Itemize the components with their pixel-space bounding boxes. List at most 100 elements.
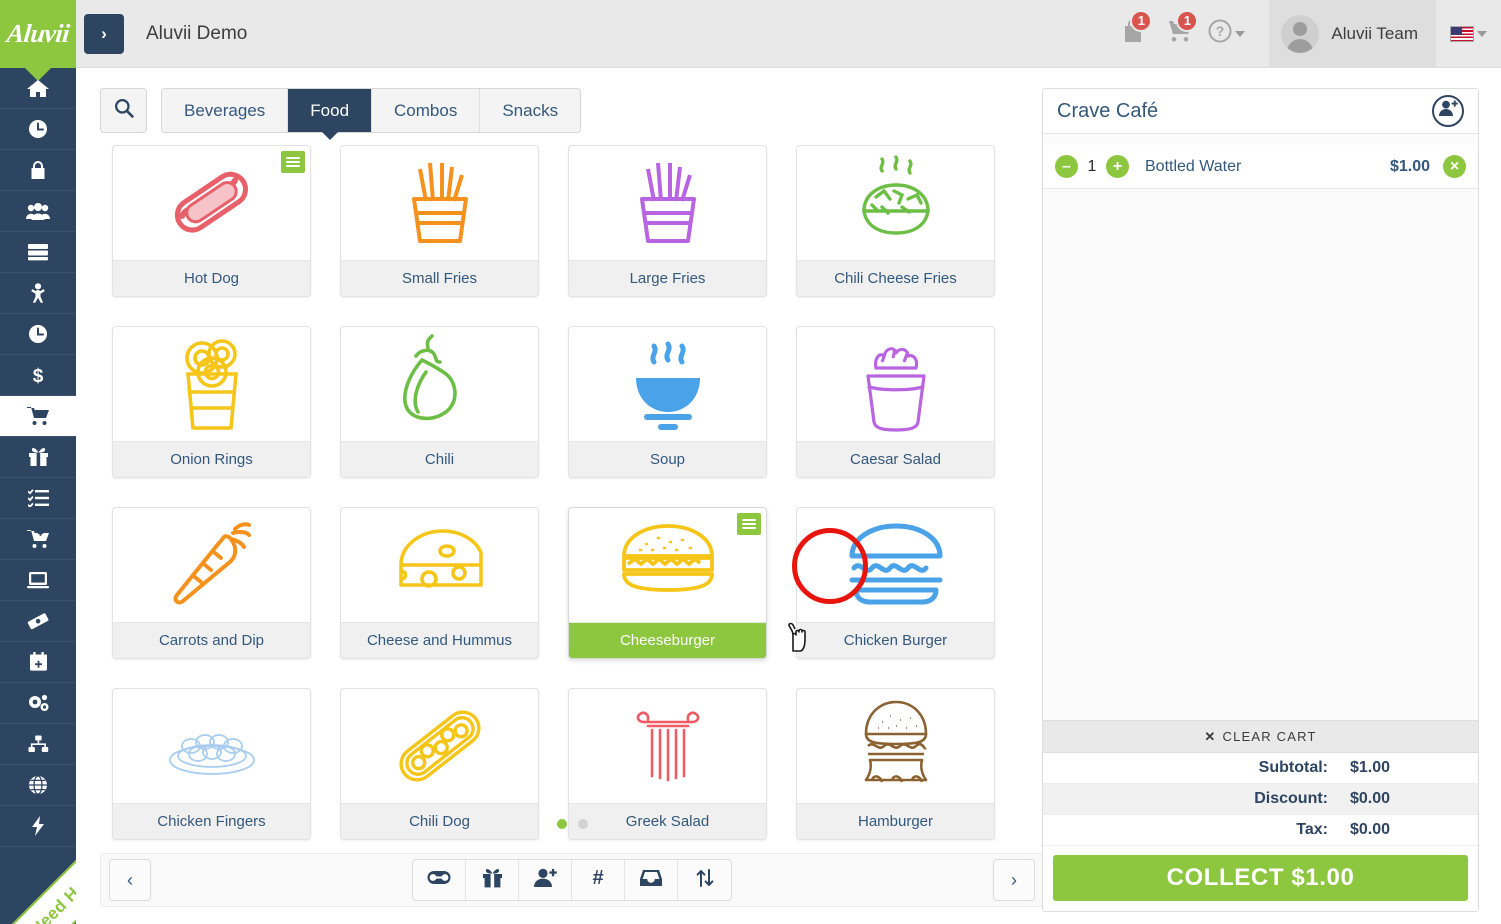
sidebar-item-tickets[interactable] bbox=[0, 601, 76, 642]
sidebar-item-giftcards[interactable] bbox=[0, 437, 76, 478]
product-tile-greek-salad[interactable]: Greek Salad bbox=[568, 688, 767, 840]
cart-button[interactable]: 1 bbox=[1156, 0, 1202, 68]
inbox-button[interactable] bbox=[625, 860, 678, 900]
sidebar-item-finance[interactable]: $ bbox=[0, 355, 76, 396]
quick-action-group: # bbox=[412, 859, 732, 901]
sidebar-item-customers[interactable] bbox=[0, 191, 76, 232]
left-sidebar: Aluvii $ Need Help bbox=[0, 0, 76, 924]
svg-text:?: ? bbox=[1216, 23, 1225, 39]
sidebar-item-website[interactable] bbox=[0, 765, 76, 806]
users-icon bbox=[26, 202, 50, 220]
monitor-icon bbox=[27, 571, 49, 589]
product-tile-chili-dog[interactable]: Chili Dog bbox=[340, 688, 539, 840]
globe-icon bbox=[28, 775, 48, 795]
sidebar-toggle-button[interactable]: › bbox=[84, 13, 124, 54]
product-tile-carrots-and-dip[interactable]: Carrots and Dip bbox=[112, 507, 311, 659]
person-arms-up-icon bbox=[28, 282, 48, 304]
sidebar-item-activities[interactable] bbox=[0, 273, 76, 314]
sidebar-item-schedule[interactable] bbox=[0, 314, 76, 355]
hash-icon: # bbox=[588, 867, 608, 893]
sidebar-item-power[interactable] bbox=[0, 806, 76, 847]
product-tile-chili[interactable]: Chili bbox=[340, 326, 539, 478]
product-tile-cheeseburger[interactable]: Cheeseburger bbox=[568, 507, 767, 659]
home-icon bbox=[27, 79, 49, 98]
need-help-label: Need Help bbox=[26, 865, 76, 924]
tab-food[interactable]: Food bbox=[288, 89, 373, 132]
us-flag-icon bbox=[1450, 25, 1474, 42]
bag-button[interactable]: 1 bbox=[1110, 0, 1156, 68]
pagination-dot-2[interactable] bbox=[577, 819, 588, 829]
product-tile-small-fries[interactable]: Small Fries bbox=[340, 145, 539, 297]
svg-text:$: $ bbox=[33, 366, 44, 386]
header-actions: 1 1 ? Aluvii Team bbox=[1110, 0, 1501, 68]
brand-logo[interactable]: Aluvii bbox=[0, 0, 76, 81]
sidebar-item-settings[interactable] bbox=[0, 683, 76, 724]
cart-badge: 1 bbox=[1176, 9, 1199, 32]
sidebar-item-home[interactable] bbox=[0, 68, 76, 109]
add-customer-icon bbox=[1438, 100, 1458, 122]
hash-button[interactable]: # bbox=[572, 860, 625, 900]
add-person-button[interactable] bbox=[519, 860, 572, 900]
sidebar-item-recent[interactable] bbox=[0, 109, 76, 150]
tab-snacks[interactable]: Snacks bbox=[480, 89, 581, 132]
checklist-icon bbox=[27, 489, 49, 507]
discount-value: $0.00 bbox=[1350, 790, 1391, 807]
product-tile-chili-cheese-fries[interactable]: Chili Cheese Fries bbox=[796, 145, 995, 297]
product-image bbox=[797, 689, 994, 803]
product-tile-soup[interactable]: Soup bbox=[568, 326, 767, 478]
remove-item-button[interactable]: × bbox=[1443, 155, 1466, 178]
grid-pagination bbox=[112, 819, 1032, 829]
language-selector[interactable] bbox=[1436, 25, 1501, 42]
tab-combos[interactable]: Combos bbox=[372, 89, 481, 132]
sidebar-item-integrations[interactable] bbox=[0, 724, 76, 765]
sidebar-item-security[interactable] bbox=[0, 150, 76, 191]
top-header: › Aluvii Demo 1 1 ? Aluvii Team bbox=[76, 0, 1501, 68]
sidebar-item-tasks[interactable] bbox=[0, 478, 76, 519]
help-button[interactable]: ? bbox=[1202, 0, 1259, 68]
sidebar-item-pos[interactable] bbox=[0, 396, 76, 437]
gift-button[interactable] bbox=[466, 860, 519, 900]
increase-quantity-button[interactable]: + bbox=[1106, 155, 1129, 178]
sidebar-item-events[interactable] bbox=[0, 642, 76, 683]
clear-cart-button[interactable]: ✕ CLEAR CART bbox=[1043, 720, 1478, 753]
product-tile-hamburger[interactable]: Hamburger bbox=[796, 688, 995, 840]
pagination-dot-1[interactable] bbox=[556, 819, 567, 829]
product-image bbox=[797, 508, 994, 622]
sidebar-item-new-order[interactable] bbox=[0, 519, 76, 560]
search-button[interactable] bbox=[100, 88, 147, 133]
sidebar-item-database[interactable] bbox=[0, 232, 76, 273]
gamepad-button[interactable] bbox=[413, 860, 466, 900]
discount-row: Discount: $0.00 bbox=[1043, 784, 1478, 815]
sort-button[interactable] bbox=[678, 860, 731, 900]
sort-updown-icon bbox=[695, 868, 715, 893]
next-page-button[interactable]: › bbox=[993, 859, 1035, 901]
tax-label: Tax: bbox=[1296, 821, 1328, 838]
product-tile-chicken-burger[interactable]: Chicken Burger bbox=[796, 507, 995, 659]
prev-page-button[interactable]: ‹ bbox=[109, 859, 151, 901]
product-tile-hot-dog[interactable]: Hot Dog bbox=[112, 145, 311, 297]
tax-value: $0.00 bbox=[1350, 821, 1391, 838]
product-label: Chili bbox=[341, 441, 538, 477]
cart-header: Crave Café bbox=[1043, 89, 1478, 134]
clock-icon bbox=[28, 324, 48, 344]
product-tile-caesar-salad[interactable]: Caesar Salad bbox=[796, 326, 995, 478]
add-customer-button[interactable] bbox=[1432, 95, 1464, 127]
product-tile-chicken-fingers[interactable]: Chicken Fingers bbox=[112, 688, 311, 840]
decrease-quantity-button[interactable]: – bbox=[1055, 155, 1078, 178]
svg-text:#: # bbox=[592, 868, 603, 888]
discount-label: Discount: bbox=[1254, 790, 1328, 807]
product-tile-large-fries[interactable]: Large Fries bbox=[568, 145, 767, 297]
modifier-badge-icon[interactable] bbox=[281, 151, 305, 173]
cart-line-item[interactable]: – 1 + Bottled Water $1.00 × bbox=[1043, 145, 1478, 189]
modifier-badge-icon[interactable] bbox=[737, 513, 761, 535]
product-tile-onion-rings[interactable]: Onion Rings bbox=[112, 326, 311, 478]
sidebar-item-kiosk[interactable] bbox=[0, 560, 76, 601]
product-image bbox=[113, 508, 310, 622]
user-menu[interactable]: Aluvii Team bbox=[1269, 0, 1436, 68]
tab-beverages[interactable]: Beverages bbox=[162, 89, 289, 132]
inbox-icon bbox=[640, 869, 662, 892]
collect-payment-button[interactable]: COLLECT $1.00 bbox=[1053, 855, 1468, 901]
product-tile-cheese-and-hummus[interactable]: Cheese and Hummus bbox=[340, 507, 539, 659]
site-title: Aluvii Demo bbox=[146, 22, 248, 44]
product-label: Onion Rings bbox=[113, 441, 310, 477]
